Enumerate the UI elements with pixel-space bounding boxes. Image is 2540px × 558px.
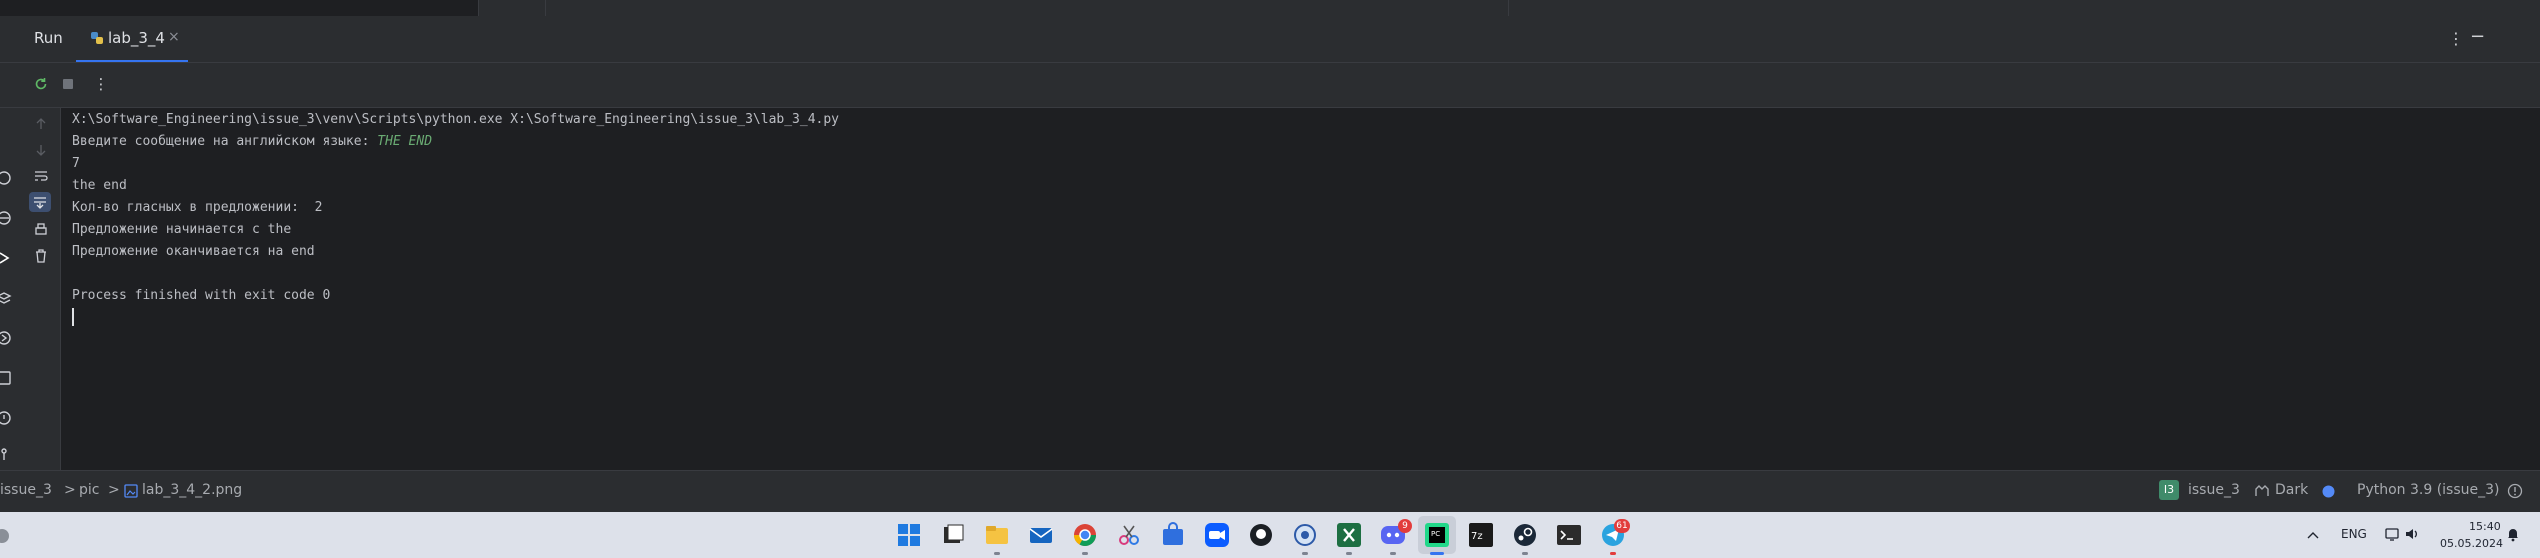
more-vertical-icon[interactable]: ⋮ bbox=[92, 75, 110, 93]
snipping-tool-icon[interactable] bbox=[1116, 522, 1142, 548]
discord-badge: 9 bbox=[1398, 519, 1412, 533]
layers-icon[interactable] bbox=[0, 290, 12, 306]
editor-top-strip bbox=[0, 0, 2540, 16]
active-indicator bbox=[1430, 552, 1444, 555]
top-strip-segment bbox=[478, 0, 545, 16]
breadcrumb-project[interactable]: issue_3 bbox=[0, 482, 52, 498]
tab-label: lab_3_4 bbox=[108, 29, 165, 47]
run-tool-window-title: Run bbox=[34, 29, 63, 47]
chevron-up-icon[interactable] bbox=[2306, 529, 2320, 541]
active-tab-indicator bbox=[76, 60, 188, 62]
top-strip-segment bbox=[1508, 0, 2540, 16]
widgets-icon[interactable] bbox=[0, 526, 12, 546]
network-icon[interactable] bbox=[2384, 526, 2400, 542]
windows-start-icon[interactable] bbox=[896, 522, 922, 548]
trash-icon[interactable] bbox=[33, 248, 49, 264]
app-icon[interactable] bbox=[1292, 522, 1318, 548]
left-sidebar bbox=[0, 108, 61, 470]
running-indicator bbox=[1522, 552, 1528, 555]
breadcrumb-separator: > bbox=[108, 482, 120, 498]
task-view-icon[interactable] bbox=[940, 522, 966, 548]
running-indicator bbox=[1082, 552, 1088, 555]
status-project[interactable]: issue_3 bbox=[2188, 482, 2240, 498]
scroll-up-icon[interactable] bbox=[33, 116, 49, 132]
console-line: Предложение оканчивается на end bbox=[72, 244, 315, 259]
steam-icon[interactable] bbox=[1512, 522, 1538, 548]
running-indicator bbox=[994, 552, 1000, 555]
python-file-icon bbox=[91, 32, 103, 44]
pycharm-icon[interactable]: PC bbox=[1424, 522, 1450, 548]
git-icon[interactable] bbox=[0, 446, 12, 462]
console-line-command: X:\Software_Engineering\issue_3\venv\Scr… bbox=[72, 112, 840, 127]
interpreter-status-icon bbox=[2322, 485, 2335, 498]
github-icon[interactable] bbox=[1248, 522, 1274, 548]
status-theme[interactable]: Dark bbox=[2275, 482, 2308, 498]
console-line: Кол-во гласных в предложении: 2 bbox=[72, 200, 323, 215]
zoom-icon[interactable] bbox=[1204, 522, 1230, 548]
status-bar: issue_3 > pic > lab_3_4_2.png I3 issue_3… bbox=[0, 470, 2540, 513]
notifications-icon[interactable] bbox=[2507, 483, 2523, 499]
console-line: Предложение начинается с the bbox=[72, 222, 292, 237]
windows-taskbar: 9 PC 7z 61 ENG 15:40 05.05.2024 bbox=[0, 512, 2540, 558]
scroll-to-end-toggle[interactable] bbox=[29, 192, 51, 212]
clock-date[interactable]: 05.05.2024 bbox=[2440, 537, 2503, 550]
breadcrumb-folder[interactable]: pic bbox=[79, 482, 99, 498]
running-indicator bbox=[1610, 552, 1616, 555]
text-cursor bbox=[72, 308, 74, 326]
status-interpreter[interactable]: Python 3.9 (issue_3) bbox=[2357, 482, 2500, 498]
soft-wrap-icon[interactable] bbox=[33, 168, 49, 184]
run-toolbar: ⋮ bbox=[0, 63, 2540, 108]
user-input-text: THE END bbox=[377, 134, 433, 149]
hide-window-icon[interactable]: − bbox=[2470, 26, 2485, 47]
running-indicator bbox=[1302, 552, 1308, 555]
scroll-down-icon[interactable] bbox=[33, 142, 49, 158]
notification-bell-icon[interactable] bbox=[2505, 526, 2521, 542]
tab-lab-3-4[interactable]: lab_3_4 × bbox=[76, 16, 188, 62]
mail-icon[interactable] bbox=[1028, 522, 1054, 548]
file-explorer-icon[interactable] bbox=[984, 522, 1010, 548]
excel-icon[interactable] bbox=[1336, 522, 1362, 548]
terminal-app-icon[interactable] bbox=[1556, 522, 1582, 548]
project-badge: I3 bbox=[2159, 480, 2179, 500]
stop-icon[interactable] bbox=[59, 75, 77, 93]
breadcrumb-separator: > bbox=[64, 482, 76, 498]
close-tab-icon[interactable]: × bbox=[168, 29, 180, 45]
clock-time[interactable]: 15:40 bbox=[2469, 520, 2501, 533]
top-strip-segment bbox=[545, 0, 1508, 16]
store-icon[interactable] bbox=[1160, 522, 1186, 548]
print-icon[interactable] bbox=[33, 222, 49, 238]
console-output[interactable]: X:\Software_Engineering\issue_3\venv\Scr… bbox=[61, 108, 2540, 470]
console-line-exit: Process finished with exit code 0 bbox=[72, 288, 331, 303]
terminal-icon[interactable] bbox=[0, 370, 12, 386]
theme-icon bbox=[2255, 485, 2269, 496]
commit-icon[interactable] bbox=[0, 210, 12, 226]
volume-icon[interactable] bbox=[2404, 526, 2420, 542]
breadcrumb-file[interactable]: lab_3_4_2.png bbox=[142, 482, 242, 498]
svg-text:7z: 7z bbox=[1471, 531, 1483, 542]
running-indicator bbox=[1346, 552, 1352, 555]
image-file-icon bbox=[124, 484, 138, 498]
plugins-icon[interactable] bbox=[0, 170, 12, 186]
run-tool-window-header: Run lab_3_4 × ⋮ − bbox=[0, 16, 2540, 63]
7zip-icon[interactable]: 7z bbox=[1468, 522, 1494, 548]
console-line: 7 bbox=[72, 156, 80, 171]
rerun-icon[interactable] bbox=[32, 75, 50, 93]
problems-icon[interactable] bbox=[0, 410, 12, 426]
chrome-icon[interactable] bbox=[1072, 522, 1098, 548]
svg-text:PC: PC bbox=[1431, 530, 1440, 538]
run-icon[interactable] bbox=[0, 250, 12, 266]
options-menu-icon[interactable]: ⋮ bbox=[2448, 29, 2464, 48]
services-icon[interactable] bbox=[0, 330, 12, 346]
telegram-badge: 61 bbox=[1614, 519, 1630, 533]
language-indicator[interactable]: ENG bbox=[2341, 527, 2367, 541]
console-line-prompt: Введите сообщение на английском языке: T… bbox=[72, 134, 432, 149]
prompt-text: Введите сообщение на английском языке: bbox=[72, 134, 378, 149]
console-line: the end bbox=[72, 178, 127, 193]
running-indicator bbox=[1390, 552, 1396, 555]
